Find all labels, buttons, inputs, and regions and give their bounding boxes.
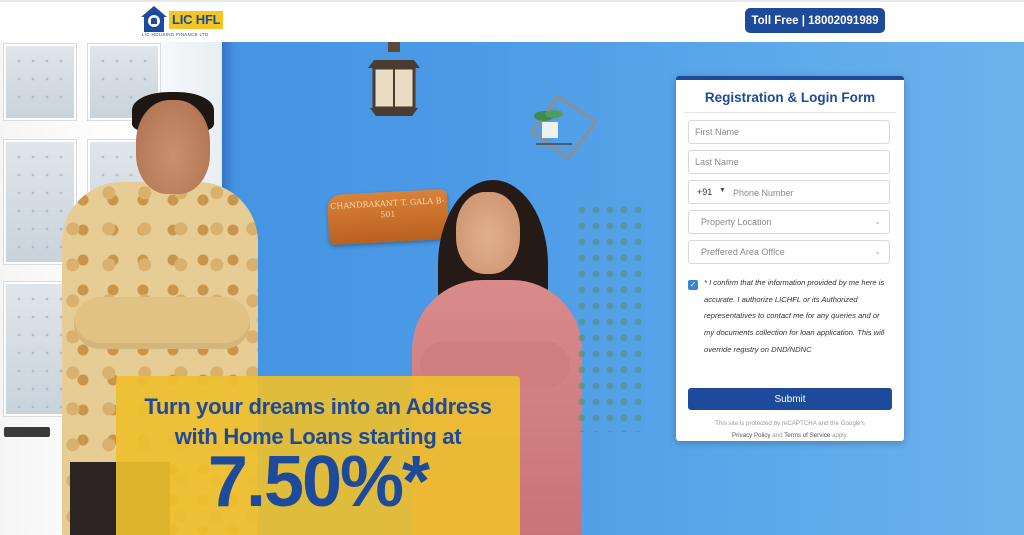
- logo-tagline: LIC HOUSING FINANCE LTD: [142, 32, 209, 37]
- chevron-down-icon: ⌄: [874, 247, 881, 256]
- apply-text: apply.: [831, 432, 849, 439]
- phone-number-input[interactable]: [731, 182, 885, 204]
- man-face: [136, 100, 210, 194]
- banner-line-1: Turn your dreams into an Address: [144, 394, 492, 419]
- last-name-input[interactable]: [688, 150, 890, 174]
- wall-plant-icon: [529, 93, 599, 161]
- recaptcha-notice: This site is protected by reCAPTCHA and …: [684, 418, 896, 442]
- submit-button[interactable]: Submit: [688, 388, 892, 410]
- toll-free-button[interactable]: Toll Free | 18002091989: [745, 8, 885, 33]
- house-logo-icon: [141, 6, 167, 32]
- door-nameplate: CHANDRAKANT T. GALA B-501: [326, 188, 450, 246]
- man-crossed-arms: [74, 297, 250, 349]
- site-header: LIC HFL LIC HOUSING FINANCE LTD Toll Fre…: [0, 0, 1024, 42]
- terms-of-service-link[interactable]: Terms of Service: [784, 432, 830, 439]
- privacy-policy-link[interactable]: Privacy Policy: [732, 432, 771, 439]
- door-latch: [4, 427, 50, 437]
- registration-form: Registration & Login Form +91 ▼ Property…: [676, 76, 904, 441]
- and-text: and: [772, 432, 783, 439]
- lichfl-logo[interactable]: LIC HFL LIC HOUSING FINANCE LTD: [140, 5, 224, 39]
- country-code-select[interactable]: +91: [697, 187, 712, 197]
- interest-rate: 7.50%*: [207, 442, 430, 522]
- chevron-down-icon: ⌄: [874, 217, 881, 226]
- wall-lamp-icon: [368, 42, 420, 116]
- divider: [684, 112, 896, 113]
- form-title: Registration & Login Form: [704, 90, 876, 105]
- caret-down-icon[interactable]: ▼: [719, 187, 726, 194]
- phone-field: +91 ▼: [688, 180, 890, 204]
- woman-face: [456, 192, 520, 274]
- property-location-select[interactable]: Property Location ⌄: [688, 210, 890, 234]
- select-label: Property Location: [701, 217, 772, 227]
- consent-text: * I confirm that the information provide…: [704, 278, 885, 354]
- door-pane: [4, 44, 76, 120]
- ivy-plant: [575, 202, 645, 432]
- select-label: Preffered Area Office: [701, 247, 785, 257]
- recaptcha-text: This site is protected by reCAPTCHA and …: [715, 420, 865, 427]
- preferred-office-select[interactable]: Preffered Area Office ⌄: [688, 240, 890, 264]
- first-name-input[interactable]: [688, 120, 890, 144]
- logo-wordmark: LIC HFL: [169, 11, 224, 29]
- consent-checkbox[interactable]: ✓: [688, 280, 698, 290]
